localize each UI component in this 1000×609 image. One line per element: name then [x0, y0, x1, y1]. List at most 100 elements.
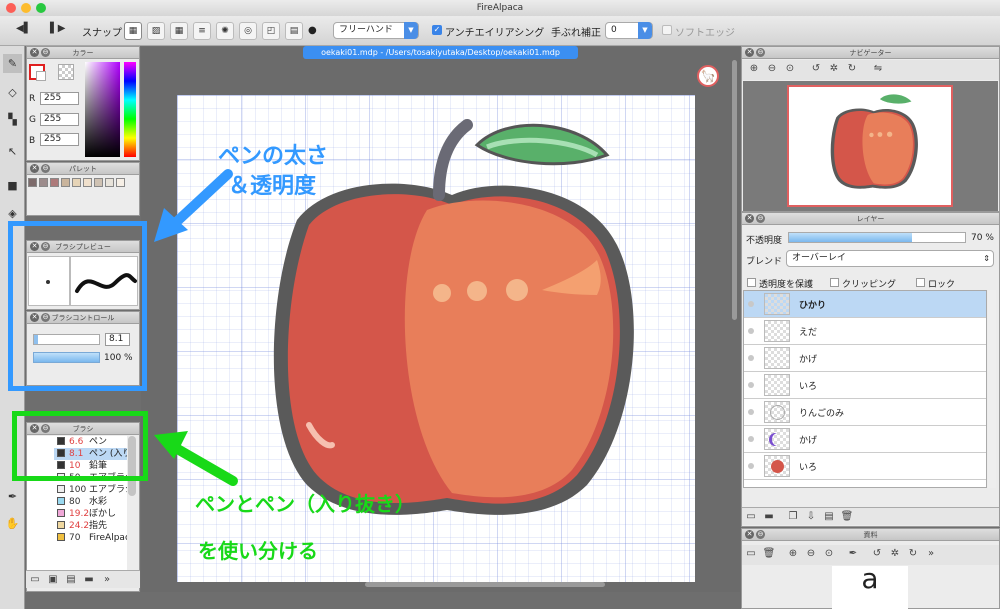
delete-layer-icon[interactable]: 🗑 — [838, 508, 856, 526]
minimize-window-button[interactable] — [21, 3, 31, 13]
snap-grid-icon[interactable]: ▦ — [170, 22, 188, 40]
snap-circle-icon[interactable]: ◎ — [239, 22, 257, 40]
canvas-vertical-scrollbar[interactable] — [732, 60, 737, 320]
more-icon[interactable]: » — [98, 571, 116, 589]
rotate-left-icon[interactable]: ↺ — [807, 60, 825, 78]
palette-swatch[interactable] — [105, 178, 114, 187]
stabilizer-select[interactable]: 0 ▼ — [605, 22, 653, 39]
palette-swatch[interactable] — [72, 178, 81, 187]
eyedropper-icon[interactable]: ✒ — [844, 545, 862, 563]
visibility-eye-icon[interactable] — [748, 382, 754, 388]
palette-swatch[interactable] — [28, 178, 37, 187]
flip-icon[interactable]: ⇋ — [869, 60, 887, 78]
dock-icon[interactable]: ⊖ — [756, 530, 765, 539]
layer-row[interactable]: いろ — [744, 372, 986, 399]
palette-swatch[interactable] — [94, 178, 103, 187]
navigator-view[interactable] — [743, 81, 998, 211]
clipping-checkbox[interactable] — [830, 278, 839, 287]
zoom-in-icon[interactable]: ⊕ — [745, 60, 763, 78]
zoom-out-icon[interactable]: ⊖ — [763, 60, 781, 78]
material-preview[interactable]: a — [832, 565, 908, 609]
new-material-icon[interactable]: ▭ — [742, 545, 760, 563]
palette-swatch[interactable] — [50, 178, 59, 187]
layer-settings-icon[interactable]: ▤ — [820, 508, 838, 526]
visibility-eye-icon[interactable] — [748, 355, 754, 361]
close-icon[interactable]: ✕ — [745, 530, 754, 539]
new-brush-icon[interactable]: ▭ — [26, 571, 44, 589]
move-tool-icon[interactable]: ↖ — [3, 142, 22, 161]
dock-icon[interactable]: ⊖ — [756, 214, 765, 223]
layer-row[interactable]: ひかり — [744, 291, 986, 318]
layer-row[interactable]: りんごのみ — [744, 399, 986, 426]
rotate-right-icon[interactable]: ↻ — [843, 60, 861, 78]
close-icon[interactable]: ✕ — [745, 48, 754, 57]
more-icon[interactable]: » — [922, 545, 940, 563]
transparent-color-swatch[interactable] — [58, 64, 74, 80]
close-icon[interactable]: ✕ — [30, 48, 39, 57]
rotate-right-icon[interactable]: ↻ — [904, 545, 922, 563]
close-window-button[interactable] — [6, 3, 16, 13]
brush-item[interactable]: 70 FireAlpaca — [54, 532, 127, 544]
zoom-fit-icon[interactable]: ⊙ — [820, 545, 838, 563]
dock-icon[interactable]: ⊖ — [41, 48, 50, 57]
g-value-input[interactable]: 255 — [40, 113, 79, 126]
snap-horizontal-icon[interactable]: ≡ — [193, 22, 211, 40]
rotate-reset-icon[interactable]: ✲ — [886, 545, 904, 563]
layer-list-scrollbar[interactable] — [988, 290, 996, 488]
zoom-fit-icon[interactable]: ⊙ — [781, 60, 799, 78]
palette-swatch[interactable] — [39, 178, 48, 187]
visibility-eye-icon[interactable] — [748, 436, 754, 442]
delete-material-icon[interactable]: 🗑 — [760, 545, 778, 563]
merge-down-icon[interactable]: ⇩ — [802, 508, 820, 526]
layer-opacity-slider[interactable] — [788, 232, 966, 243]
visibility-eye-icon[interactable] — [748, 463, 754, 469]
fill-tool-icon[interactable]: ■ — [3, 176, 22, 195]
canvas-horizontal-scrollbar[interactable] — [365, 582, 605, 587]
rotate-reset-icon[interactable]: ✲ — [825, 60, 843, 78]
visibility-eye-icon[interactable] — [748, 328, 754, 334]
color-sv-picker[interactable] — [85, 62, 120, 157]
dock-icon[interactable]: ⊖ — [41, 164, 50, 173]
palette-swatch[interactable] — [61, 178, 70, 187]
soft-edge-checkbox[interactable] — [662, 25, 672, 35]
back-arrow-icon[interactable]: ◀▌ — [16, 23, 31, 34]
snap-radial-icon[interactable]: ✺ — [216, 22, 234, 40]
brush-item[interactable]: 19.2ぼかし — [54, 508, 127, 520]
new-layer-icon[interactable]: ▭ — [742, 508, 760, 526]
snap-dot-icon[interactable]: ● — [308, 25, 317, 36]
hand-tool-icon[interactable]: ✋ — [3, 514, 22, 533]
lock-checkbox[interactable] — [916, 278, 925, 287]
zoom-out-icon[interactable]: ⊖ — [802, 545, 820, 563]
visibility-eye-icon[interactable] — [748, 301, 754, 307]
b-value-input[interactable]: 255 — [40, 133, 79, 146]
palette-swatch[interactable] — [83, 178, 92, 187]
snap-off-button[interactable]: ▦ — [124, 22, 142, 40]
snap-perspective-icon[interactable]: ▤ — [285, 22, 303, 40]
visibility-eye-icon[interactable] — [748, 409, 754, 415]
duplicate-layer-icon[interactable]: ❐ — [784, 508, 802, 526]
palette-swatch[interactable] — [116, 178, 125, 187]
snap-parallel-icon[interactable]: ▨ — [147, 22, 165, 40]
rotate-left-icon[interactable]: ↺ — [868, 545, 886, 563]
brush-item[interactable]: 100エアブラシ — [54, 484, 127, 496]
blend-mode-select[interactable]: オーバーレイ ⇕ — [786, 250, 994, 267]
layer-row[interactable]: かげ — [744, 345, 986, 372]
antialias-checkbox[interactable]: ✓ — [432, 25, 442, 35]
eyedropper-tool-icon[interactable]: ✒ — [3, 487, 22, 506]
import-brush-icon[interactable]: ▣ — [44, 571, 62, 589]
zoom-window-button[interactable] — [36, 3, 46, 13]
snap-curve-icon[interactable]: ◰ — [262, 22, 280, 40]
zoom-in-icon[interactable]: ⊕ — [784, 545, 802, 563]
brush-item[interactable]: 24.2指先 — [54, 520, 127, 532]
drawing-mode-select[interactable]: フリーハンド ▼ — [333, 22, 419, 39]
document-tab[interactable]: oekaki01.mdp - /Users/tosakiyutaka/Deskt… — [303, 46, 578, 59]
protect-alpha-checkbox[interactable] — [747, 278, 756, 287]
folder-icon[interactable]: ▬ — [80, 571, 98, 589]
dock-icon[interactable]: ⊖ — [756, 48, 765, 57]
brush-settings-icon[interactable]: ▤ — [62, 571, 80, 589]
color-hue-slider[interactable] — [124, 62, 136, 157]
close-icon[interactable]: ✕ — [30, 164, 39, 173]
background-color-swatch[interactable] — [36, 71, 46, 81]
layer-row[interactable]: いろ — [744, 453, 986, 480]
layer-row[interactable]: えだ — [744, 318, 986, 345]
